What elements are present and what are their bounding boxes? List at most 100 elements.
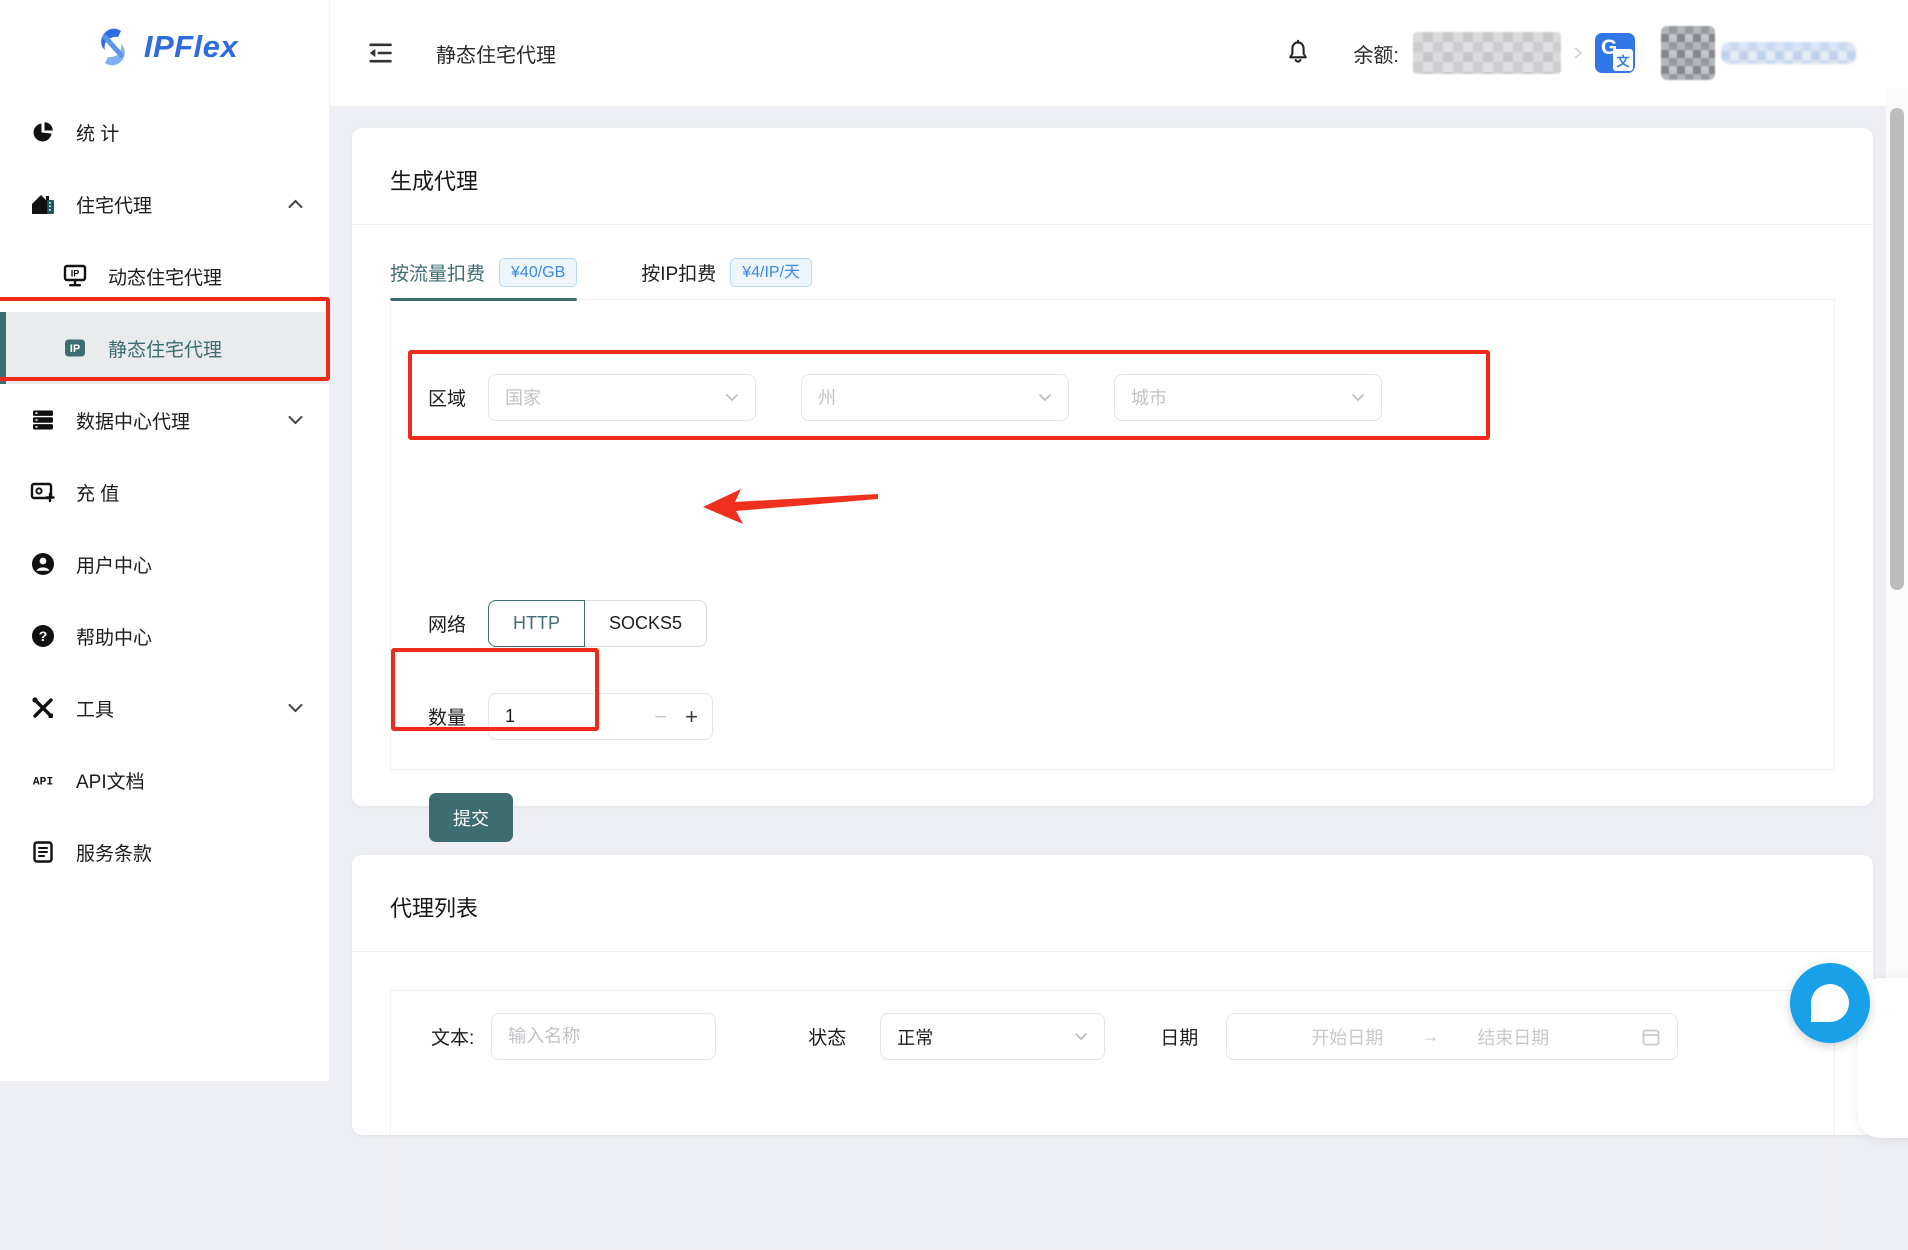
sidebar-item-dynamic-residential[interactable]: IP 动态住宅代理 — [0, 240, 329, 312]
sidebar-item-label: 静态住宅代理 — [108, 335, 222, 362]
divider — [352, 951, 1873, 952]
billing-tabs: 按流量扣费 ¥40/GB 按IP扣费 ¥4/IP/天 — [390, 246, 1835, 300]
state-select[interactable]: 州 — [801, 374, 1069, 421]
chat-launcher-button[interactable] — [1790, 963, 1870, 1043]
city-select[interactable]: 城市 — [1114, 374, 1382, 421]
chevron-up-icon — [288, 199, 303, 209]
generate-proxy-card: 生成代理 按流量扣费 ¥40/GB 按IP扣费 ¥4/IP/天 区域 国家 州 — [352, 128, 1873, 806]
region-row: 区域 国家 州 城市 — [413, 354, 1489, 440]
sidebar-item-recharge[interactable]: 充 值 — [0, 456, 329, 528]
sidebar-item-datacenter-proxy[interactable]: 数据中心代理 — [0, 384, 329, 456]
status-select[interactable]: 正常 — [880, 1013, 1105, 1060]
svg-text:IP: IP — [70, 343, 80, 355]
sidebar-item-label: 数据中心代理 — [76, 407, 190, 434]
date-start-placeholder: 开始日期 — [1311, 1024, 1383, 1050]
terms-icon — [30, 839, 56, 865]
svg-text:API: API — [33, 776, 53, 788]
calendar-icon — [1641, 1027, 1661, 1047]
scrollbar-thumb[interactable] — [1890, 108, 1904, 590]
sidebar-item-tools[interactable]: 工具 — [0, 672, 329, 744]
sidebar-item-stats[interactable]: 统 计 — [0, 96, 329, 168]
sidebar-item-label: 统 计 — [76, 119, 119, 146]
header-right-cluster: 余额: G 文 — [1285, 26, 1856, 80]
quantity-input[interactable] — [505, 706, 625, 727]
protocol-socks5-button[interactable]: SOCKS5 — [585, 600, 707, 647]
card-plus-icon — [30, 479, 56, 505]
sidebar-item-label: 住宅代理 — [76, 191, 152, 218]
sidebar-item-residential-proxy[interactable]: 住宅代理 — [0, 168, 329, 240]
help-icon: ? — [30, 623, 56, 649]
sidebar-item-label: 服务条款 — [76, 839, 152, 866]
date-range-arrow: → — [1421, 1026, 1439, 1047]
servers-icon — [30, 407, 56, 433]
chevron-down-icon — [288, 703, 303, 713]
tab-traffic-billing[interactable]: 按流量扣费 ¥40/GB — [390, 246, 577, 299]
home-icon — [30, 191, 56, 217]
sidebar-item-label: API文档 — [76, 767, 145, 794]
region-label: 区域 — [428, 384, 472, 411]
api-icon: API — [30, 767, 56, 793]
sidebar-item-help-center[interactable]: ? 帮助中心 — [0, 600, 329, 672]
sidebar-item-terms[interactable]: 服务条款 — [0, 816, 329, 888]
quantity-label: 数量 — [428, 703, 466, 730]
ip-monitor-icon: IP — [62, 263, 88, 289]
proxy-list-filter-box: 文本: 状态 正常 日期 开始日期 → 结束日期 — [390, 990, 1835, 1250]
price-badge: ¥4/IP/天 — [730, 258, 812, 287]
brand-logo-icon — [91, 25, 135, 69]
page-title: 静态住宅代理 — [436, 39, 556, 68]
tab-ip-billing[interactable]: 按IP扣费 ¥4/IP/天 — [641, 246, 812, 299]
quantity-plus-button[interactable]: + — [685, 704, 698, 730]
network-label: 网络 — [428, 610, 466, 637]
price-badge: ¥40/GB — [499, 258, 577, 287]
svg-text:?: ? — [39, 628, 48, 644]
sidebar-item-label: 充 值 — [76, 479, 119, 506]
date-filter-label: 日期 — [1160, 1023, 1198, 1050]
sidebar-item-label: 动态住宅代理 — [108, 263, 222, 290]
proxy-list-title: 代理列表 — [390, 891, 478, 923]
name-search-input[interactable] — [491, 1013, 716, 1060]
ip-badge-icon: IP — [62, 335, 88, 361]
top-header: 静态住宅代理 余额: G 文 — [330, 0, 1908, 107]
sidebar-item-api-docs[interactable]: API API文档 — [0, 744, 329, 816]
pie-chart-icon — [30, 119, 56, 145]
status-filter-label: 状态 — [808, 1023, 846, 1050]
avatar[interactable] — [1661, 26, 1715, 80]
translate-icon[interactable]: G 文 — [1595, 33, 1635, 73]
quantity-stepper: − + — [488, 693, 713, 740]
sidebar-item-static-residential[interactable]: IP 静态住宅代理 — [0, 312, 329, 384]
protocol-segmented-control: HTTP SOCKS5 — [488, 600, 707, 647]
caret-right-icon — [1573, 46, 1583, 60]
sidebar-item-label: 用户中心 — [76, 551, 152, 578]
balance-label: 余额: — [1353, 39, 1399, 68]
username-redacted — [1721, 42, 1856, 64]
proxy-list-card: 代理列表 文本: 状态 正常 日期 开始日期 → 结束日期 — [352, 855, 1873, 1135]
sidebar: IPFlex 统 计 住宅代理 IP 动态住宅代理 IP — [0, 0, 330, 1081]
submit-button[interactable]: 提交 — [429, 793, 513, 842]
generate-card-title: 生成代理 — [390, 164, 478, 196]
brand-logo[interactable]: IPFlex — [0, 0, 329, 94]
chevron-down-icon — [1351, 393, 1365, 402]
date-range-picker[interactable]: 开始日期 → 结束日期 — [1226, 1013, 1678, 1060]
filter-row: 文本: 状态 正常 日期 开始日期 → 结束日期 — [391, 1013, 1834, 1060]
sidebar-item-label: 工具 — [76, 695, 114, 722]
balance-value-redacted — [1413, 32, 1561, 74]
quantity-minus-button[interactable]: − — [654, 704, 667, 730]
quantity-row: 数量 − + — [428, 693, 713, 740]
generate-form-pane: 区域 国家 州 城市 网络 — [390, 300, 1835, 770]
brand-name: IPFlex — [144, 29, 238, 65]
chat-bubble-icon — [1811, 984, 1849, 1022]
chevron-down-icon — [288, 415, 303, 425]
chevron-down-icon — [725, 393, 739, 402]
user-icon — [30, 551, 56, 577]
date-end-placeholder: 结束日期 — [1477, 1024, 1549, 1050]
network-row: 网络 HTTP SOCKS5 — [428, 600, 707, 647]
sidebar-item-user-center[interactable]: 用户中心 — [0, 528, 329, 600]
sidebar-menu: 统 计 住宅代理 IP 动态住宅代理 IP 静态住宅代理 — [0, 96, 329, 888]
country-select[interactable]: 国家 — [488, 374, 756, 421]
svg-text:IP: IP — [71, 269, 80, 279]
text-filter-label: 文本: — [431, 1023, 474, 1050]
protocol-http-button[interactable]: HTTP — [488, 600, 585, 647]
tools-icon — [30, 695, 56, 721]
sidebar-collapse-icon[interactable] — [366, 39, 394, 67]
notification-bell-icon[interactable] — [1285, 39, 1311, 67]
